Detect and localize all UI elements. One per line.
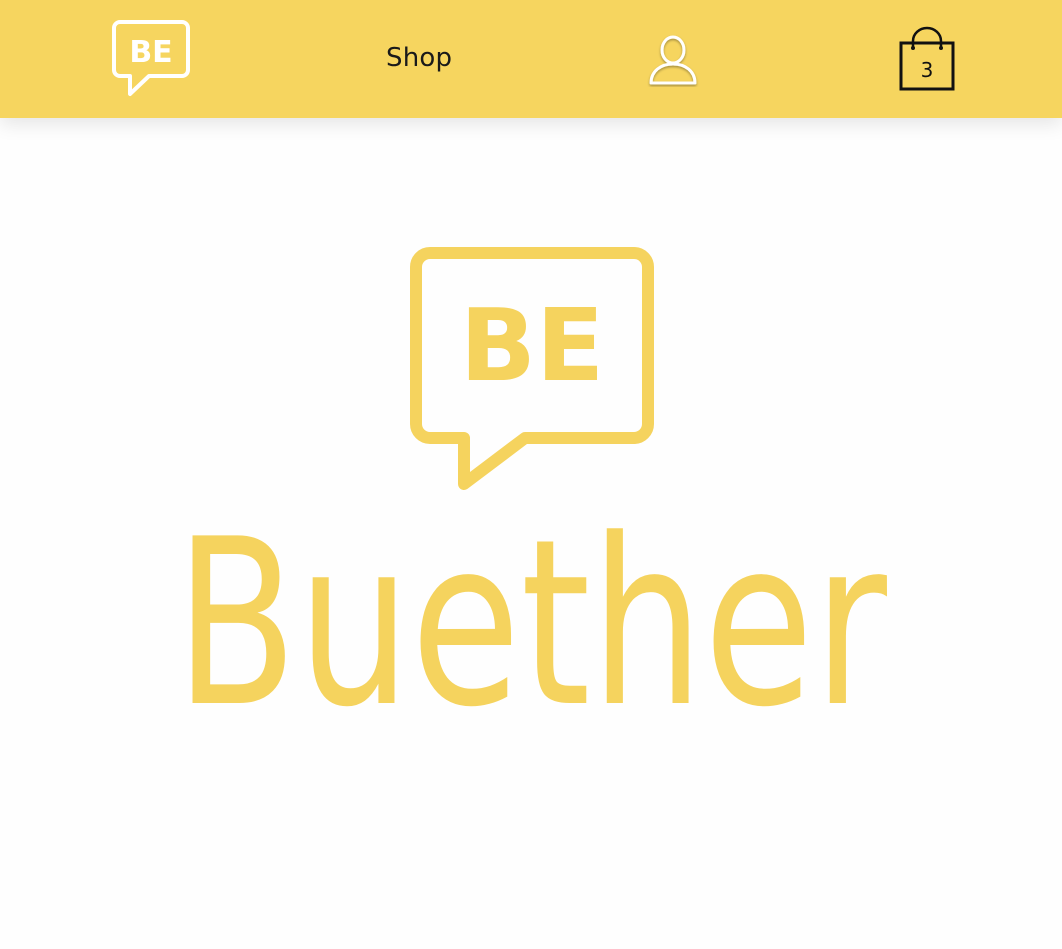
hero-brand-name: Buether <box>175 491 887 758</box>
header-logo[interactable]: BE <box>112 20 192 100</box>
page: BE Shop 3 BE Buether <box>0 0 1062 949</box>
hero-logo-mark-text: BE <box>460 287 605 404</box>
cart-count-badge: 3 <box>920 58 934 82</box>
user-icon <box>649 35 697 85</box>
nav-shop-link[interactable]: Shop <box>386 42 452 74</box>
hero-be-logo-icon: BE <box>410 247 654 490</box>
hero-brand-logo: BE Buether <box>175 247 887 758</box>
hero-section: BE Buether <box>0 118 1062 949</box>
cart-button[interactable]: 3 <box>897 26 957 92</box>
site-header: BE Shop 3 <box>0 0 1062 118</box>
be-logo-icon: BE <box>112 20 190 96</box>
account-button[interactable] <box>647 33 699 87</box>
header-logo-text: BE <box>129 35 172 70</box>
